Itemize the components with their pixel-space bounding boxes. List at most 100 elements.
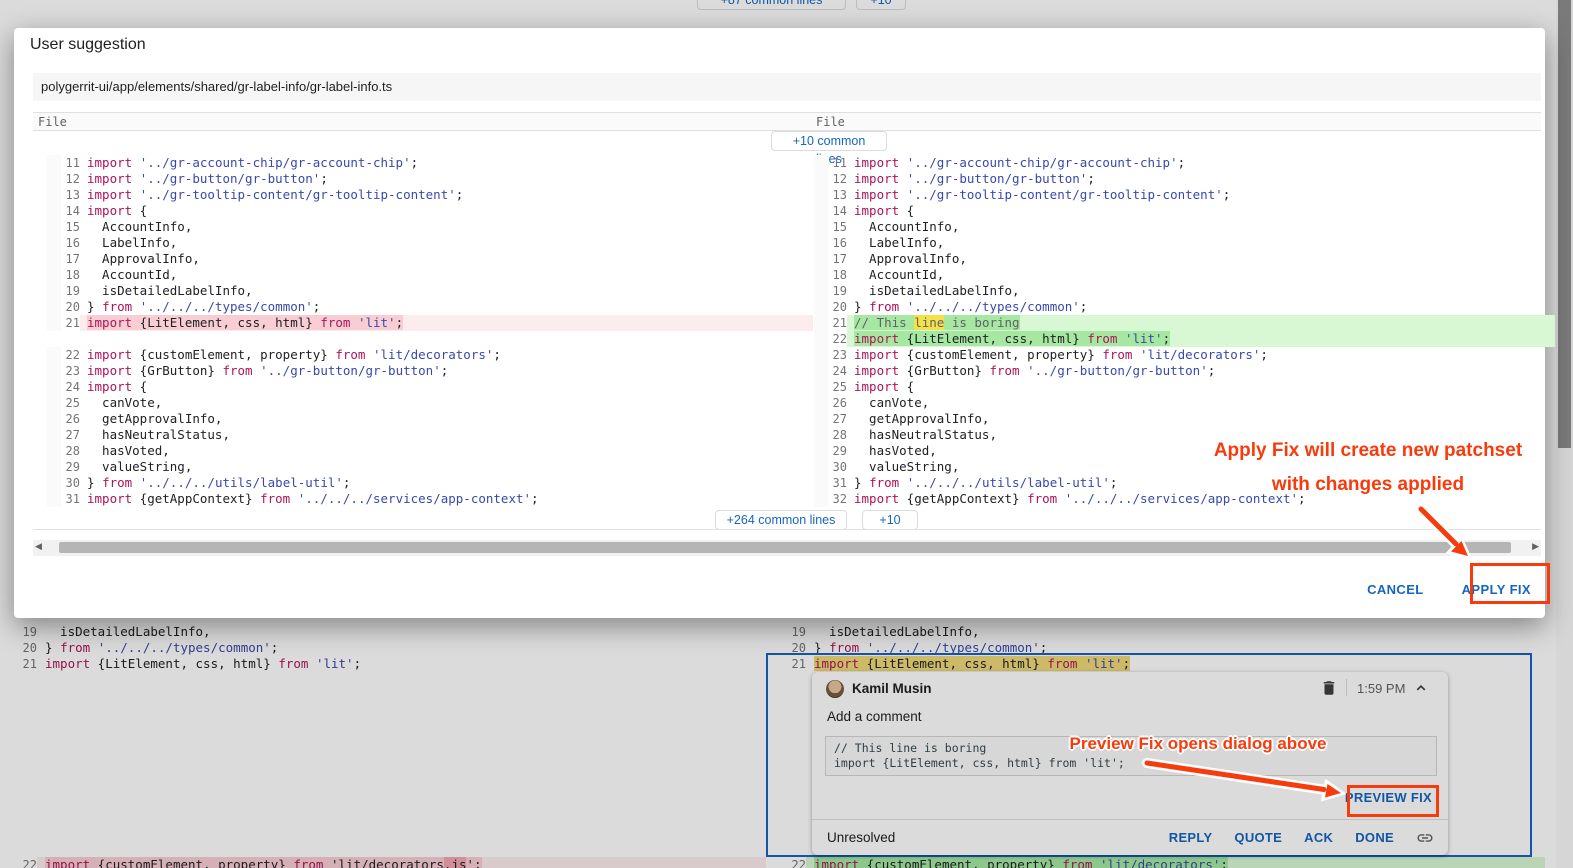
code-text: import { <box>847 203 1555 219</box>
code-text: // This line is boring <box>847 315 1555 331</box>
line-number: 31 <box>828 475 847 491</box>
code-text: LabelInfo, <box>847 235 1555 251</box>
line-number: 13 <box>61 187 80 203</box>
code-row: 14import { <box>47 203 813 219</box>
diff-left-panel: 11import '../gr-account-chip/gr-account-… <box>47 155 813 507</box>
line-number: 29 <box>61 459 80 475</box>
scroll-right-arrow[interactable]: ▶ <box>1532 541 1539 552</box>
code-row: 17 ApprovalInfo, <box>47 251 813 267</box>
user-suggestion-dialog: User suggestion polygerrit-ui/app/elemen… <box>14 28 1545 618</box>
code-text: import '../gr-button/gr-button'; <box>80 171 813 187</box>
code-text: canVote, <box>847 395 1555 411</box>
code-text: import '../gr-tooltip-content/gr-tooltip… <box>847 187 1555 203</box>
line-number: 15 <box>61 219 80 235</box>
code-row: 16 LabelInfo, <box>814 235 1555 251</box>
code-text: import { <box>80 379 813 395</box>
code-text: AccountId, <box>847 267 1555 283</box>
apply-fix-button[interactable]: APPLY FIX <box>1458 576 1535 603</box>
code-text: AccountInfo, <box>80 219 813 235</box>
code-row: 21// This line is boring <box>814 315 1555 331</box>
code-text: import {GrButton} from '../gr-button/gr-… <box>847 363 1555 379</box>
code-row: 15 AccountInfo, <box>814 219 1555 235</box>
line-number: 11 <box>61 155 80 171</box>
code-row: 28 hasNeutralStatus, <box>814 427 1555 443</box>
code-text: AccountId, <box>80 267 813 283</box>
code-row: 14import { <box>814 203 1555 219</box>
code-row: 31} from '../../../utils/label-util'; <box>814 475 1555 491</box>
line-number: 19 <box>828 283 847 299</box>
code-row: 22import {LitElement, css, html} from 'l… <box>814 331 1555 347</box>
line-number: 18 <box>61 267 80 283</box>
line-number: 13 <box>828 187 847 203</box>
code-row: 21import {LitElement, css, html} from 'l… <box>47 315 813 331</box>
expand-more-lines-bottom-button[interactable]: +10 <box>862 510 918 530</box>
diff-scrollbar-thumb[interactable] <box>59 542 1511 553</box>
code-row: 25 canVote, <box>47 395 813 411</box>
code-row: 30} from '../../../utils/label-util'; <box>47 475 813 491</box>
line-number: 23 <box>828 347 847 363</box>
diff-bottom-divider <box>33 529 1541 530</box>
file-path: polygerrit-ui/app/elements/shared/gr-lab… <box>33 73 1541 101</box>
line-number: 23 <box>61 363 80 379</box>
code-row: 27 getApprovalInfo, <box>814 411 1555 427</box>
code-text: import {getAppContext} from '../../../se… <box>847 491 1555 507</box>
line-number: 20 <box>828 299 847 315</box>
code-text: hasVoted, <box>847 443 1555 459</box>
code-text: } from '../../../utils/label-util'; <box>80 475 813 491</box>
code-row: 20} from '../../../types/common'; <box>47 299 813 315</box>
expand-common-lines-bottom-button[interactable]: +264 common lines <box>715 510 847 530</box>
scroll-left-arrow[interactable]: ◀ <box>35 541 42 552</box>
code-text: import { <box>80 203 813 219</box>
line-number: 28 <box>828 427 847 443</box>
dialog-title: User suggestion <box>30 36 146 54</box>
code-row: 19 isDetailedLabelInfo, <box>47 283 813 299</box>
code-text: import '../gr-account-chip/gr-account-ch… <box>80 155 813 171</box>
line-number: 14 <box>828 203 847 219</box>
code-row: 27 hasNeutralStatus, <box>47 427 813 443</box>
code-text: hasVoted, <box>80 443 813 459</box>
code-text: hasNeutralStatus, <box>847 427 1555 443</box>
code-row: 29 valueString, <box>47 459 813 475</box>
line-number: 24 <box>61 379 80 395</box>
code-row: 22import {customElement, property} from … <box>47 347 813 363</box>
code-row: 20} from '../../../types/common'; <box>814 299 1555 315</box>
cancel-button[interactable]: CANCEL <box>1363 576 1428 603</box>
expand-common-lines-button-dialog[interactable]: +10 common lines <box>771 131 887 151</box>
code-text: getApprovalInfo, <box>847 411 1555 427</box>
code-text: ApprovalInfo, <box>847 251 1555 267</box>
code-text: import {customElement, property} from 'l… <box>847 347 1555 363</box>
code-text: import {getAppContext} from '../../../se… <box>80 491 813 507</box>
diff-horizontal-scrollbar[interactable]: ◀ ▶ <box>33 540 1541 556</box>
code-row: 24import { <box>47 379 813 395</box>
code-text: import '../gr-tooltip-content/gr-tooltip… <box>80 187 813 203</box>
line-number: 14 <box>61 203 80 219</box>
line-number: 30 <box>828 459 847 475</box>
code-text: valueString, <box>847 459 1555 475</box>
line-number: 24 <box>828 363 847 379</box>
code-row: 15 AccountInfo, <box>47 219 813 235</box>
code-row: 18 AccountId, <box>814 267 1555 283</box>
code-text: import {GrButton} from '../gr-button/gr-… <box>80 363 813 379</box>
code-row: 24import {GrButton} from '../gr-button/g… <box>814 363 1555 379</box>
code-row: 12import '../gr-button/gr-button'; <box>47 171 813 187</box>
line-number: 16 <box>828 235 847 251</box>
code-row: 11import '../gr-account-chip/gr-account-… <box>47 155 813 171</box>
code-row: 18 AccountId, <box>47 267 813 283</box>
code-text: ApprovalInfo, <box>80 251 813 267</box>
code-text: } from '../../../types/common'; <box>80 299 813 315</box>
line-number: 31 <box>61 491 80 507</box>
code-row: 32import {getAppContext} from '../../../… <box>814 491 1555 507</box>
code-text: import {LitElement, css, html} from 'lit… <box>847 331 1555 347</box>
line-number: 26 <box>61 411 80 427</box>
line-number: 17 <box>828 251 847 267</box>
line-number: 30 <box>61 475 80 491</box>
code-row: 28 hasVoted, <box>47 443 813 459</box>
code-text: LabelInfo, <box>80 235 813 251</box>
code-text: import {customElement, property} from 'l… <box>80 347 813 363</box>
code-text: import { <box>847 379 1555 395</box>
code-text: } from '../../../types/common'; <box>847 299 1555 315</box>
code-row: 31import {getAppContext} from '../../../… <box>47 491 813 507</box>
code-row: 25import { <box>814 379 1555 395</box>
code-text: import '../gr-account-chip/gr-account-ch… <box>847 155 1555 171</box>
code-row: 30 valueString, <box>814 459 1555 475</box>
